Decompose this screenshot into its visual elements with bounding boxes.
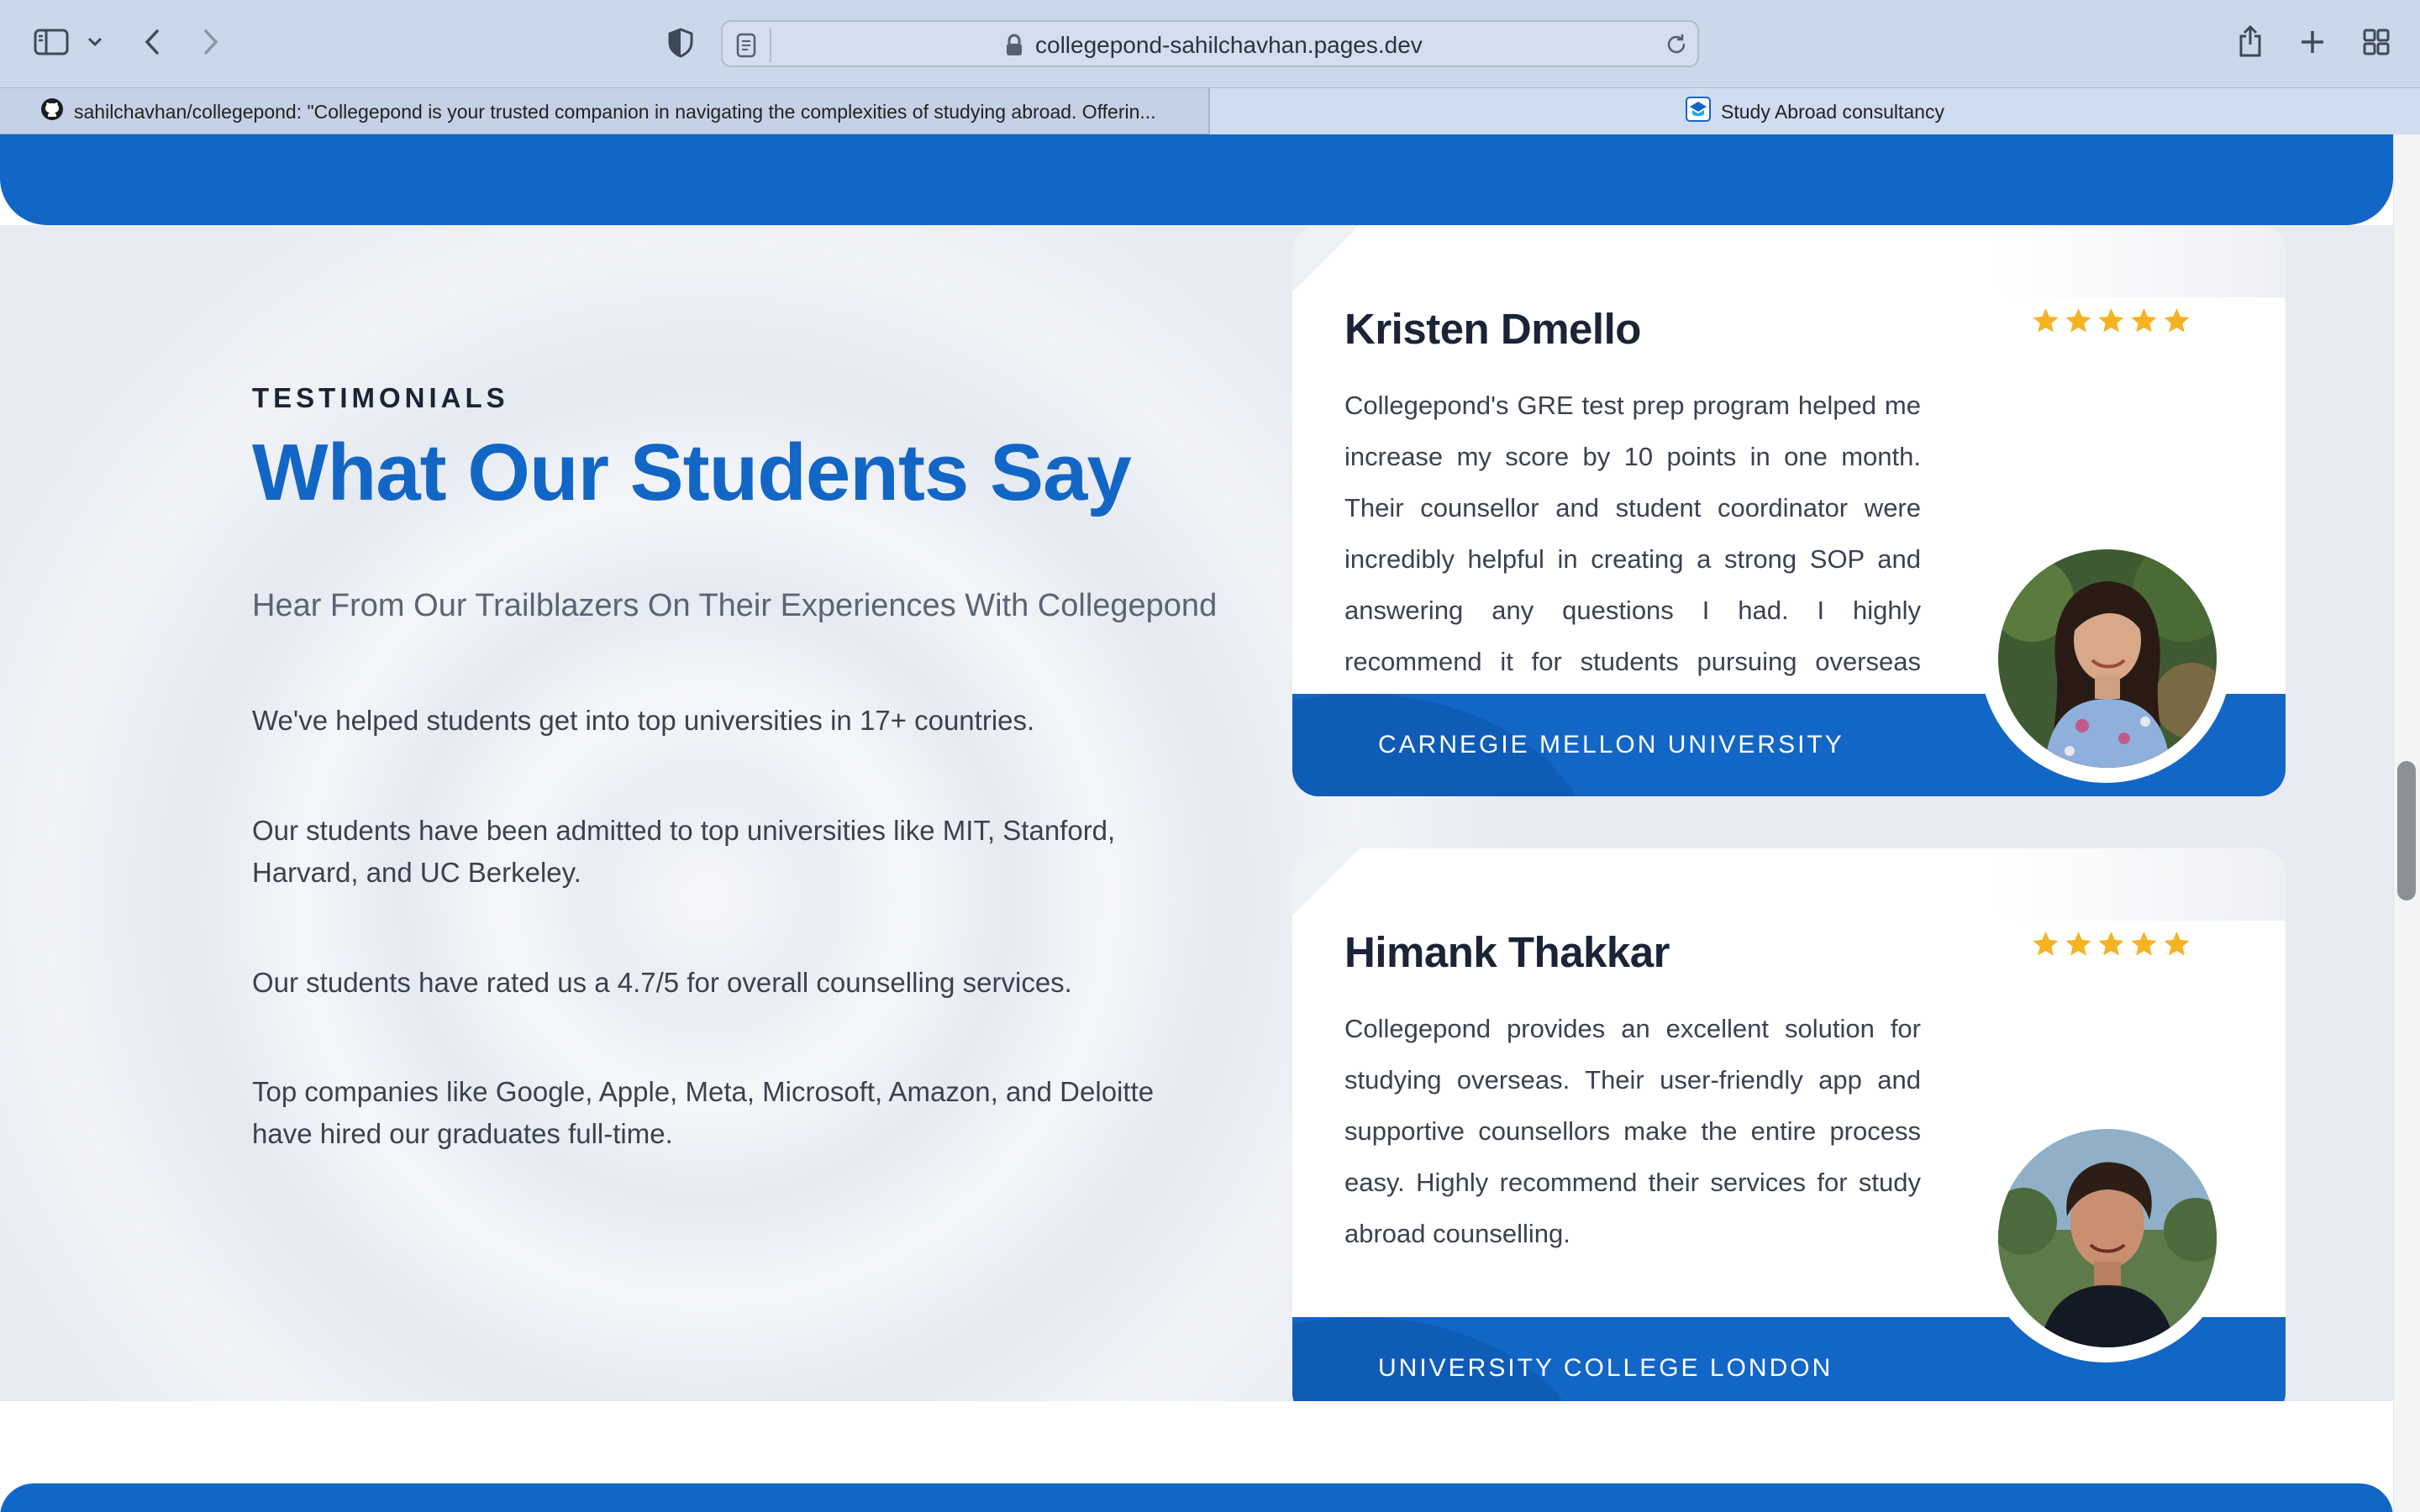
stat-employers: Top companies like Google, Apple, Meta, …: [252, 1076, 1155, 1149]
browser-toolbar: collegepond-sahilchavhan.pages.dev: [0, 0, 2420, 87]
chevron-left-icon[interactable]: [139, 25, 165, 59]
stat-rating: Our students have rated us a 4.7/5 for o…: [252, 967, 1072, 998]
testimonial-quote: Collegepond's GRE test prep program help…: [1344, 391, 1921, 727]
card-corner-decoration: [1990, 848, 2286, 921]
share-icon[interactable]: [2235, 22, 2265, 60]
star-icon: [2098, 308, 2124, 333]
collegepond-logo-icon: [1686, 97, 1712, 127]
reload-icon[interactable]: [1664, 32, 1689, 61]
reader-icon[interactable]: [734, 32, 761, 59]
university-name: UNIVERSITY COLLEGE LONDON: [1378, 1354, 1833, 1382]
section-eyebrow: TESTIMONIALS: [252, 382, 509, 413]
shield-icon[interactable]: [664, 25, 697, 60]
star-icon: [2065, 932, 2091, 956]
card-corner-decoration: [1292, 225, 1360, 292]
plus-icon[interactable]: [2297, 25, 2328, 59]
scrollbar-thumb[interactable]: [2397, 761, 2416, 900]
star-rating: [2030, 929, 2192, 959]
student-name: Himank Thakkar: [1344, 928, 1670, 976]
student-name: Kristen Dmello: [1344, 305, 1641, 353]
star-icon: [2131, 308, 2157, 333]
star-icon: [2098, 932, 2124, 956]
star-icon: [2065, 308, 2091, 333]
url-text: collegepond-sahilchavhan.pages.dev: [1035, 32, 1423, 58]
tab-github[interactable]: sahilchavhan/collegepond: "Collegepond i…: [0, 88, 1210, 135]
testimonials-section: TESTIMONIALS What Our Students Say Hear …: [0, 225, 2393, 1401]
star-icon: [2131, 932, 2157, 956]
star-icon: [2033, 308, 2059, 333]
address-bar-divider: [770, 29, 771, 62]
card-corner-decoration: [1292, 848, 1360, 916]
university-name: CARNEGIE MELLON UNIVERSITY: [1378, 731, 1844, 759]
star-icon: [2164, 308, 2190, 333]
star-rating: [2030, 306, 2192, 336]
lock-icon: [1005, 34, 1023, 61]
previous-section-band: [0, 134, 2393, 225]
avatar: [1998, 1129, 2217, 1347]
avatar: [1998, 549, 2217, 768]
star-icon: [2164, 932, 2190, 956]
testimonial-card: Kristen Dmello Collegepond's GRE test pr…: [1292, 225, 2286, 796]
chevron-down-icon[interactable]: [84, 30, 106, 54]
tab-title: sahilchavhan/collegepond: "Collegepond i…: [74, 100, 1156, 123]
card-corner-decoration: [1990, 225, 2286, 297]
tab-title: Study Abroad consultancy: [1721, 100, 1944, 123]
star-icon: [2033, 932, 2059, 956]
section-heading: What Our Students Say: [252, 428, 1132, 517]
grid-icon[interactable]: [2360, 25, 2393, 59]
next-section-band: [0, 1483, 2393, 1512]
sidebar-icon[interactable]: [32, 25, 71, 59]
tab-bar: sahilchavhan/collegepond: "Collegepond i…: [0, 87, 2420, 135]
testimonial-card: Himank Thakkar Collegepond provides an e…: [1292, 848, 2286, 1401]
address-bar[interactable]: collegepond-sahilchavhan.pages.dev: [721, 20, 1699, 67]
chevron-right-icon[interactable]: [198, 25, 224, 59]
section-subheading: Hear From Our Trailblazers On Their Expe…: [252, 588, 1218, 623]
avatar-frame: [1980, 1110, 2232, 1362]
stat-countries: We've helped students get into top unive…: [252, 705, 1035, 736]
github-icon: [40, 97, 64, 126]
testimonial-quote: Collegepond provides an excellent soluti…: [1344, 1014, 1921, 1248]
avatar-frame: [1980, 531, 2232, 783]
tab-study-abroad[interactable]: Study Abroad consultancy: [1210, 88, 2420, 135]
stat-admissions: Our students have been admitted to top u…: [252, 815, 1116, 888]
